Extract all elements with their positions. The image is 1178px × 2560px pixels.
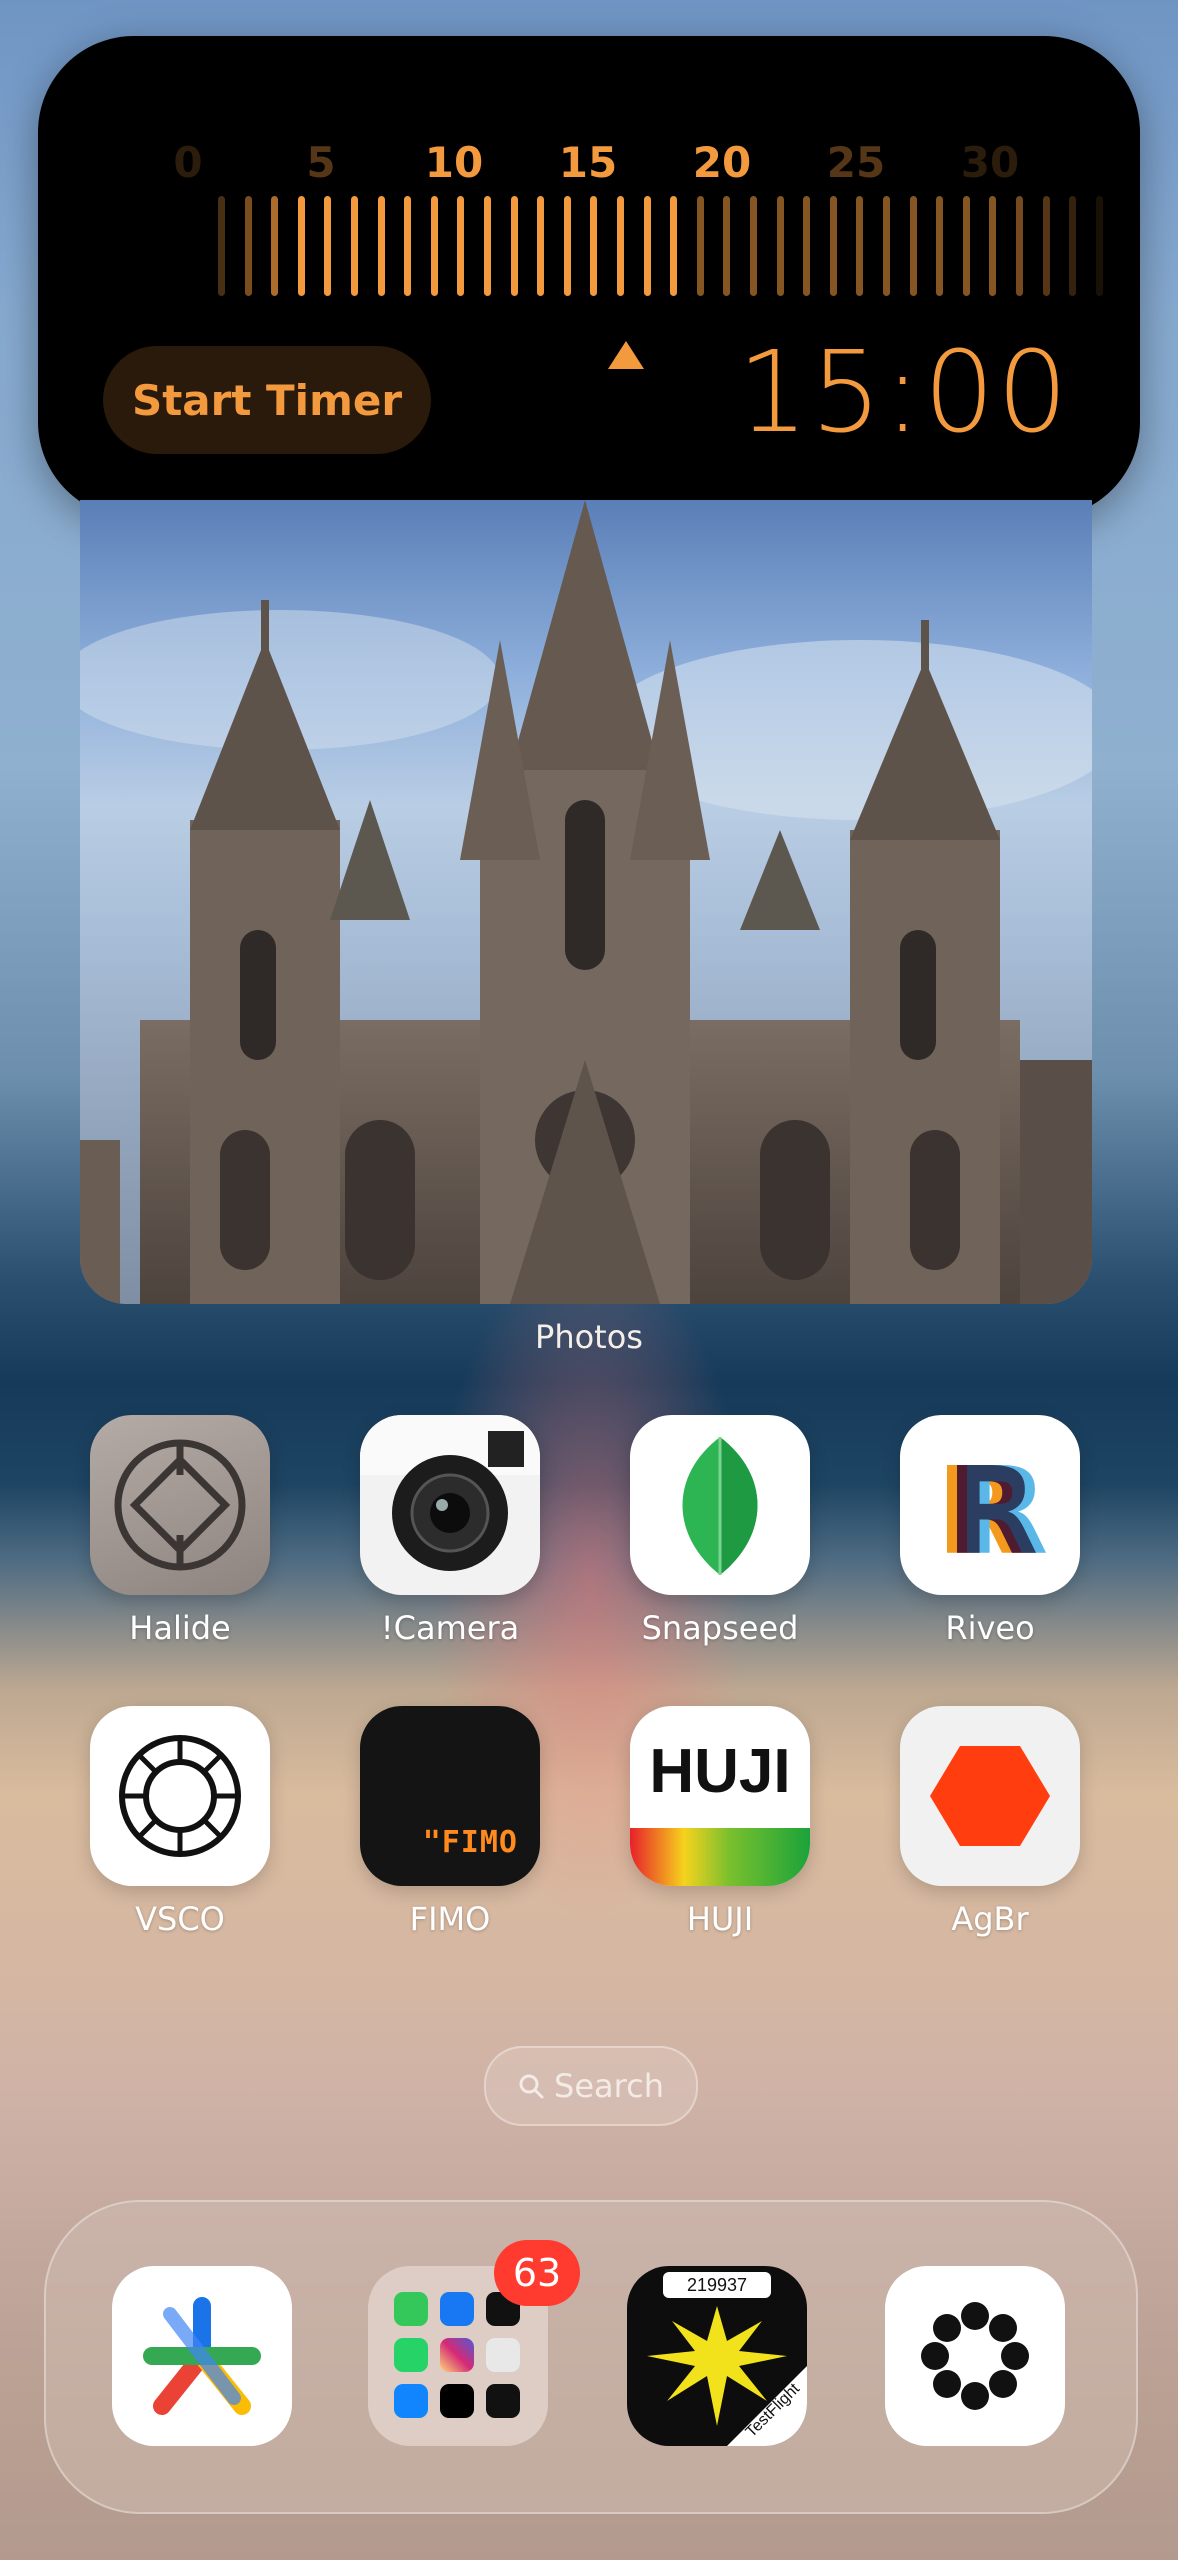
timer-tick <box>617 196 624 296</box>
star-cross-icon <box>143 2297 261 2415</box>
timer-tick <box>377 196 385 296</box>
timer-tick <box>1069 196 1077 296</box>
timer-tick <box>776 196 784 296</box>
scale-label-15: 15 <box>558 138 618 187</box>
dock-app-dots[interactable] <box>885 2266 1065 2446</box>
cathedral-photo <box>80 500 1092 1304</box>
timer-tick <box>457 196 465 296</box>
timer-tick <box>537 196 545 296</box>
start-timer-button[interactable]: Start Timer <box>103 346 431 454</box>
app-snapseed[interactable]: Snapseed <box>630 1415 810 1647</box>
app-label: FIMO <box>409 1900 491 1938</box>
snapseed-leaf-icon <box>630 1415 810 1595</box>
timer-tick <box>1042 196 1050 296</box>
app-halide[interactable]: Halide <box>90 1415 270 1647</box>
app-vsco[interactable]: VSCO <box>90 1706 270 1938</box>
app-label: Snapseed <box>641 1609 799 1647</box>
timer-tick <box>883 196 890 296</box>
halide-icon <box>90 1415 270 1595</box>
huji-color-band <box>630 1828 810 1886</box>
x-icon <box>440 2384 474 2418</box>
timer-tick <box>430 196 438 296</box>
app-camera[interactable]: !Camera <box>360 1415 540 1647</box>
timer-time-display: 15:00 <box>737 328 1070 458</box>
riveo-r-icon: R R R R <box>900 1415 1080 1595</box>
scale-label-10: 10 <box>424 138 484 187</box>
photos-widget[interactable] <box>80 500 1092 1304</box>
timer-tick <box>989 196 997 296</box>
scale-label-25: 25 <box>826 138 886 187</box>
timer-tick <box>351 196 358 296</box>
timer-tick <box>856 196 864 296</box>
scale-label-20: 20 <box>692 138 752 187</box>
vsco-icon <box>90 1706 270 1886</box>
timer-tick <box>271 196 279 296</box>
search-icon <box>519 2074 544 2099</box>
scale-label-5: 5 <box>306 138 336 187</box>
messages-icon <box>394 2292 428 2326</box>
photos-widget-label: Photos <box>535 1318 643 1356</box>
timer-tick <box>723 196 731 296</box>
timer-tick <box>936 196 944 296</box>
app-riveo[interactable]: R R R R Riveo <box>900 1415 1080 1647</box>
timer-tick <box>324 196 332 296</box>
timer-tick <box>670 196 678 296</box>
timer-tick <box>563 196 571 296</box>
timer-tick <box>590 196 598 296</box>
huji-icon: HUJI <box>630 1706 810 1886</box>
camera-icon <box>360 1415 540 1595</box>
timer-tick <box>218 196 225 296</box>
app-label: AgBr <box>951 1900 1029 1938</box>
timer-tick <box>909 196 917 296</box>
timer-tick <box>750 196 757 296</box>
dock-app-instruments[interactable] <box>112 2266 292 2446</box>
bluesky-icon <box>394 2384 428 2418</box>
app-label: Riveo <box>945 1609 1035 1647</box>
fimo-icon: "FIMO <box>360 1706 540 1886</box>
app-huji[interactable]: HUJI HUJI <box>630 1706 810 1938</box>
timer-tick <box>1095 196 1103 296</box>
timer-tick <box>829 196 837 296</box>
scale-label-30: 30 <box>960 138 1020 187</box>
whatsapp-icon <box>394 2338 428 2372</box>
timer-tick <box>244 196 252 296</box>
app-label: VSCO <box>135 1900 225 1938</box>
svg-text:R: R <box>946 1443 1038 1582</box>
messenger-icon <box>440 2292 474 2326</box>
agbr-hexagon-icon <box>900 1706 1080 1886</box>
notification-badge: 63 <box>494 2240 580 2306</box>
app-agbr[interactable]: AgBr <box>900 1706 1080 1938</box>
app-fimo[interactable]: "FIMO FIMO <box>360 1706 540 1938</box>
timer-tick <box>696 196 704 296</box>
timer-widget[interactable]: 0 5 10 15 20 25 30 Start Timer 15:00 <box>38 36 1140 518</box>
timer-tick <box>962 196 970 296</box>
timer-tick <box>484 196 491 296</box>
search-button[interactable]: Search <box>484 2046 698 2126</box>
dock-app-testflight[interactable]: 219937 TestFlight <box>627 2266 807 2446</box>
starburst-icon <box>647 2306 807 2446</box>
timer-scale-ticks[interactable] <box>38 196 1140 326</box>
app-label: Halide <box>129 1609 231 1647</box>
huji-logo-text: HUJI <box>649 1737 791 1806</box>
app-label: !Camera <box>380 1609 520 1647</box>
timer-tick <box>404 196 412 296</box>
timer-tick <box>1016 196 1023 296</box>
search-label: Search <box>554 2067 664 2105</box>
instagram-icon <box>440 2338 474 2372</box>
scale-label-0: 0 <box>173 138 203 187</box>
dots-flower-icon <box>921 2302 1029 2410</box>
timer-tick <box>643 196 651 296</box>
timer-pointer-icon <box>608 341 644 369</box>
timer-tick <box>297 196 305 296</box>
timer-tick <box>510 196 518 296</box>
fimo-logo-text: "FIMO <box>422 1825 518 1860</box>
app-label: HUJI <box>686 1900 754 1938</box>
telegram-icon <box>486 2338 520 2372</box>
threads-icon <box>486 2384 520 2418</box>
timer-tick <box>803 196 811 296</box>
